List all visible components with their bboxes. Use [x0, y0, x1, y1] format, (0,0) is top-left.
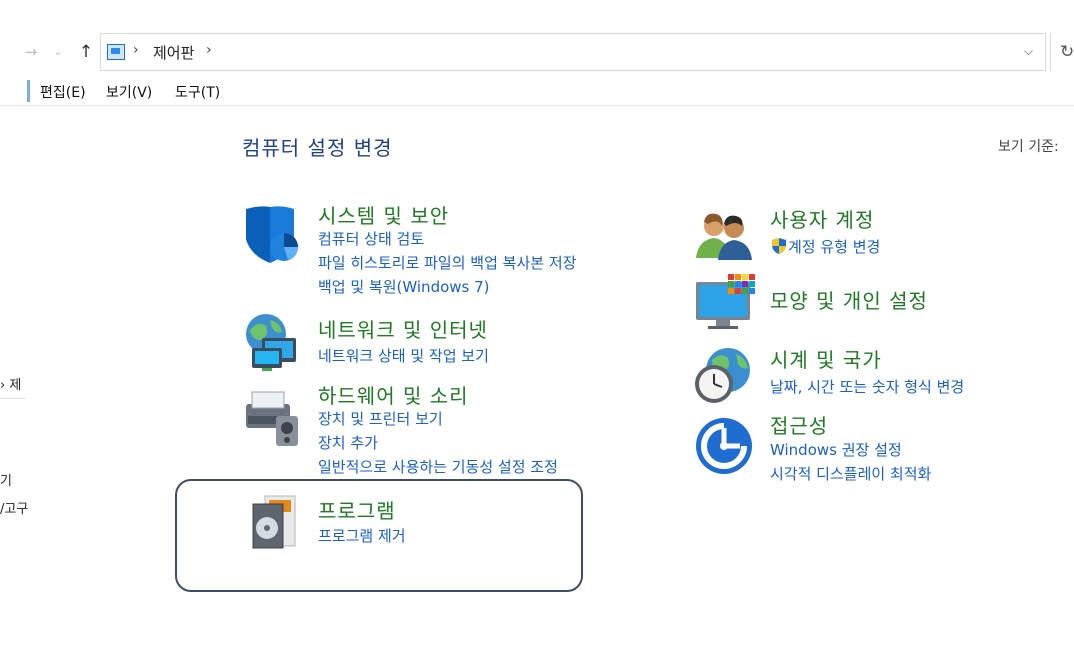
category-system-security[interactable]: 시스템 및 보안 [318, 200, 449, 229]
category-hardware-sound[interactable]: 하드웨어 및 소리 [318, 380, 469, 409]
category-appearance-personalization[interactable]: 모양 및 개인 설정 [770, 285, 928, 314]
link-date-time-format[interactable]: 날짜, 시간 또는 숫자 형식 변경 [770, 376, 964, 397]
users-icon[interactable] [694, 208, 758, 272]
link-change-account-type[interactable]: 계정 유형 변경 [770, 236, 880, 257]
recent-locations-chevron-icon[interactable]: ⌄ [48, 30, 68, 74]
network-globe-icon[interactable] [240, 310, 304, 374]
category-network-internet[interactable]: 네트워크 및 인터넷 [318, 314, 488, 343]
link-optimize-display[interactable]: 시각적 디스플레이 최적화 [770, 463, 931, 484]
display-personalization-icon[interactable] [694, 270, 758, 334]
link-mobility-settings[interactable]: 일반적으로 사용하는 기동성 설정 조정 [318, 456, 558, 477]
highlight-programs-box [175, 479, 583, 592]
back-arrow-icon[interactable]: → [21, 30, 41, 74]
up-arrow-icon[interactable]: ↑ [76, 30, 96, 74]
link-add-device[interactable]: 장치 추가 [318, 432, 378, 453]
shield-icon[interactable] [240, 203, 304, 267]
printer-speaker-icon[interactable] [240, 386, 304, 450]
view-by-label: 보기 기준: [998, 139, 1059, 155]
category-user-accounts[interactable]: 사용자 계정 [770, 204, 874, 233]
link-network-status[interactable]: 네트워크 상태 및 작업 보기 [318, 345, 489, 366]
link-change-account-type-label: 계정 유형 변경 [788, 238, 881, 256]
page-title: 컴퓨터 설정 변경 [242, 136, 393, 160]
menu-view[interactable]: 보기(V) [106, 82, 152, 102]
clock-globe-icon[interactable] [692, 344, 756, 408]
address-row: → ⌄ ↑ › 제어판 › ⌵ ↻ [0, 30, 1074, 74]
menu-tools[interactable]: 도구(T) [175, 82, 220, 102]
refresh-icon[interactable]: ↻ [1050, 33, 1074, 71]
breadcrumb-chevron-icon[interactable]: › [133, 42, 139, 58]
link-devices-printers[interactable]: 장치 및 프린터 보기 [318, 408, 443, 429]
breadcrumb-control-panel[interactable]: 제어판 [153, 42, 194, 63]
menu-bar: 편집(E) 보기(V) 도구(T) [0, 78, 1074, 106]
uac-shield-icon [772, 238, 786, 254]
left-pane-item[interactable]: › 제 [0, 374, 26, 399]
link-review-status[interactable]: 컴퓨터 상태 검토 [318, 228, 424, 249]
menu-bar-accent [27, 80, 30, 102]
control-panel-icon [107, 44, 125, 60]
address-bar[interactable]: › 제어판 › ⌵ [100, 33, 1046, 71]
link-file-history[interactable]: 파일 히스토리로 파일의 백업 복사본 저장 [318, 252, 576, 273]
left-pane-item[interactable]: 기 [0, 470, 20, 489]
menu-edit[interactable]: 편집(E) [40, 82, 86, 102]
address-dropdown-icon[interactable]: ⌵ [1024, 44, 1033, 59]
breadcrumb-chevron-icon[interactable]: › [206, 42, 212, 58]
link-backup-restore[interactable]: 백업 및 복원(Windows 7) [318, 276, 490, 297]
link-windows-recommended[interactable]: Windows 권장 설정 [770, 439, 902, 460]
left-pane-item[interactable]: /고구 [0, 498, 28, 517]
accessibility-icon[interactable] [694, 416, 758, 480]
category-ease-of-access[interactable]: 접근성 [770, 410, 828, 439]
category-clock-region[interactable]: 시계 및 국가 [770, 344, 882, 373]
